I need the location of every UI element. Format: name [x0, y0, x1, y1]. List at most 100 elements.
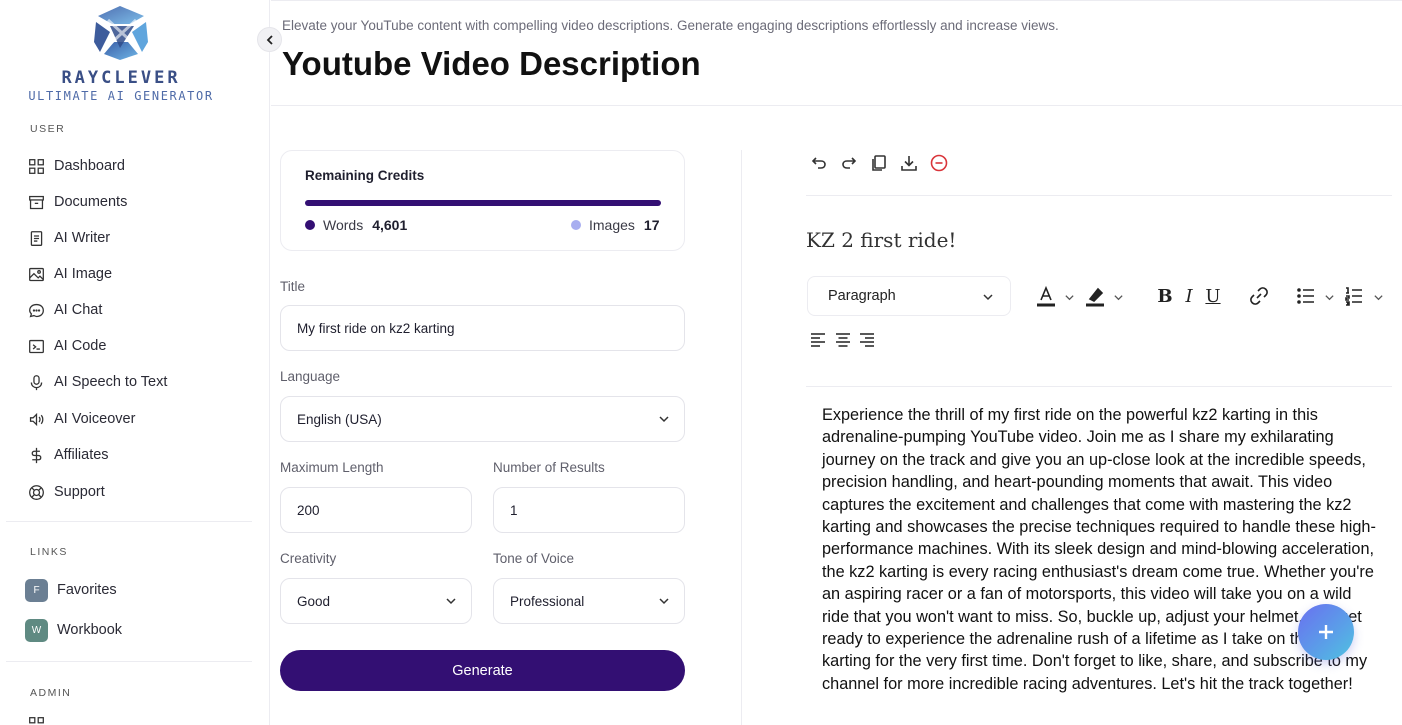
sidebar-link-label: Favorites [57, 582, 117, 598]
brand-logo[interactable]: RAYCLEVER ULTIMATE AI GENERATOR [0, 0, 240, 110]
minus-circle-icon [930, 154, 948, 172]
creativity-select[interactable]: Good [280, 578, 472, 624]
sidebar: RAYCLEVER ULTIMATE AI GENERATOR USER Das… [0, 0, 270, 725]
creativity-select-value: Good [297, 593, 331, 609]
editor-content[interactable]: Experience the thrill of my first ride o… [822, 404, 1382, 695]
credits-title: Remaining Credits [305, 168, 425, 183]
credits-images: Images 17 [571, 217, 660, 233]
align-left-icon [811, 333, 825, 347]
sidebar-item-admin-dashboard[interactable] [26, 712, 54, 725]
copy-button[interactable] [870, 154, 888, 177]
grid-icon [26, 156, 46, 176]
block-format-value: Paragraph [828, 288, 896, 304]
credits-progress-bar [305, 200, 661, 206]
sidebar-item-label: AI Speech to Text [54, 374, 168, 390]
text-color-button[interactable] [1034, 284, 1058, 308]
chevron-down-icon [1373, 294, 1383, 300]
sidebar-item-affiliates[interactable]: Affiliates [26, 443, 109, 467]
align-left-button[interactable] [808, 330, 828, 350]
section-label-admin: ADMIN [30, 687, 72, 699]
numbered-list-icon [1345, 287, 1362, 306]
chevron-down-icon [659, 598, 669, 605]
title-input[interactable]: My first ride on kz2 karting [280, 305, 685, 351]
number-of-results-input-value: 1 [510, 502, 518, 518]
highlighter-icon [1086, 287, 1104, 307]
numbered-list-dropdown[interactable] [1371, 290, 1385, 304]
sidebar-link-label: Workbook [57, 622, 123, 638]
chevron-down-icon [1064, 294, 1074, 300]
redo-button[interactable] [840, 154, 858, 177]
bullet-list-dropdown[interactable] [1322, 290, 1336, 304]
images-dot-icon [571, 220, 581, 230]
sidebar-item-label: AI Image [54, 266, 113, 282]
highlight-color-button[interactable] [1083, 284, 1107, 308]
align-right-icon [860, 333, 874, 347]
link-badge: W [25, 618, 48, 642]
align-right-button[interactable] [857, 330, 877, 350]
sidebar-item-ai-image[interactable]: AI Image [26, 262, 112, 286]
sidebar-item-dashboard[interactable]: Dashboard [26, 154, 125, 178]
add-button[interactable] [1298, 604, 1354, 660]
grid-icon [26, 714, 46, 725]
plus-icon [1319, 625, 1333, 639]
format-toolbar-divider [806, 386, 1392, 387]
generate-button[interactable]: Generate [280, 650, 685, 691]
chat-icon [26, 300, 46, 320]
sidebar-item-support[interactable]: Support [26, 480, 105, 504]
undo-button[interactable] [810, 154, 828, 177]
block-format-select[interactable]: Paragraph [807, 276, 1011, 316]
sidebar-item-label: AI Writer [54, 230, 111, 246]
page-title: Youtube Video Description [282, 45, 701, 82]
number-of-results-input[interactable]: 1 [493, 487, 685, 533]
underline-icon: U [1205, 285, 1221, 307]
section-label-user: USER [30, 123, 66, 135]
sidebar-item-ai-chat[interactable]: AI Chat [26, 298, 102, 322]
language-select-value: English (USA) [297, 411, 382, 427]
underline-button[interactable]: U [1204, 285, 1222, 307]
numbered-list-button[interactable] [1343, 285, 1365, 307]
panel-divider [741, 150, 742, 725]
sidebar-item-ai-speech-to-text[interactable]: AI Speech to Text [26, 370, 167, 394]
sidebar-link-workbook[interactable]: W Workbook [25, 618, 122, 642]
image-icon [26, 264, 46, 284]
sidebar-item-ai-code[interactable]: AI Code [26, 334, 106, 358]
align-center-button[interactable] [833, 330, 853, 350]
sidebar-item-ai-writer[interactable]: AI Writer [26, 226, 110, 250]
tone-of-voice-select[interactable]: Professional [493, 578, 685, 624]
undo-icon [811, 157, 826, 169]
sidebar-item-label: Support [54, 484, 105, 500]
credits-words-label: Words [323, 217, 364, 233]
download-button[interactable] [900, 154, 918, 177]
credits-words: Words 4,601 [305, 217, 407, 233]
sidebar-link-favorites[interactable]: F Favorites [25, 578, 117, 602]
text-color-dropdown[interactable] [1062, 290, 1076, 304]
microphone-icon [26, 372, 46, 392]
delete-button[interactable] [930, 154, 948, 177]
section-label-links: LINKS [30, 546, 68, 558]
sidebar-item-label: Documents [54, 194, 128, 210]
dollar-icon [26, 445, 46, 465]
link-icon [1250, 287, 1268, 305]
toolbar-divider [806, 195, 1392, 196]
sidebar-collapse-button[interactable] [257, 27, 282, 52]
bold-button[interactable]: B [1156, 285, 1174, 307]
document-title[interactable]: KZ 2 first ride! [806, 228, 956, 252]
italic-button[interactable]: I [1181, 285, 1197, 307]
sidebar-item-label: AI Chat [54, 302, 103, 318]
archive-icon [26, 192, 46, 212]
title-label: Title [280, 279, 306, 294]
sidebar-item-label: AI Code [54, 338, 107, 354]
bullet-list-button[interactable] [1295, 285, 1317, 307]
credits-words-value: 4,601 [372, 217, 408, 233]
highlight-color-dropdown[interactable] [1111, 290, 1125, 304]
language-select[interactable]: English (USA) [280, 396, 685, 442]
title-input-value: My first ride on kz2 karting [297, 320, 455, 336]
sidebar-item-ai-voiceover[interactable]: AI Voiceover [26, 407, 135, 431]
sidebar-item-documents[interactable]: Documents [26, 190, 127, 214]
insert-link-button[interactable] [1248, 285, 1270, 307]
chevron-down-icon [1324, 294, 1334, 300]
tone-of-voice-label: Tone of Voice [493, 551, 575, 566]
redo-icon [842, 157, 857, 169]
max-length-input[interactable]: 200 [280, 487, 472, 533]
sidebar-item-label: AI Voiceover [54, 411, 136, 427]
